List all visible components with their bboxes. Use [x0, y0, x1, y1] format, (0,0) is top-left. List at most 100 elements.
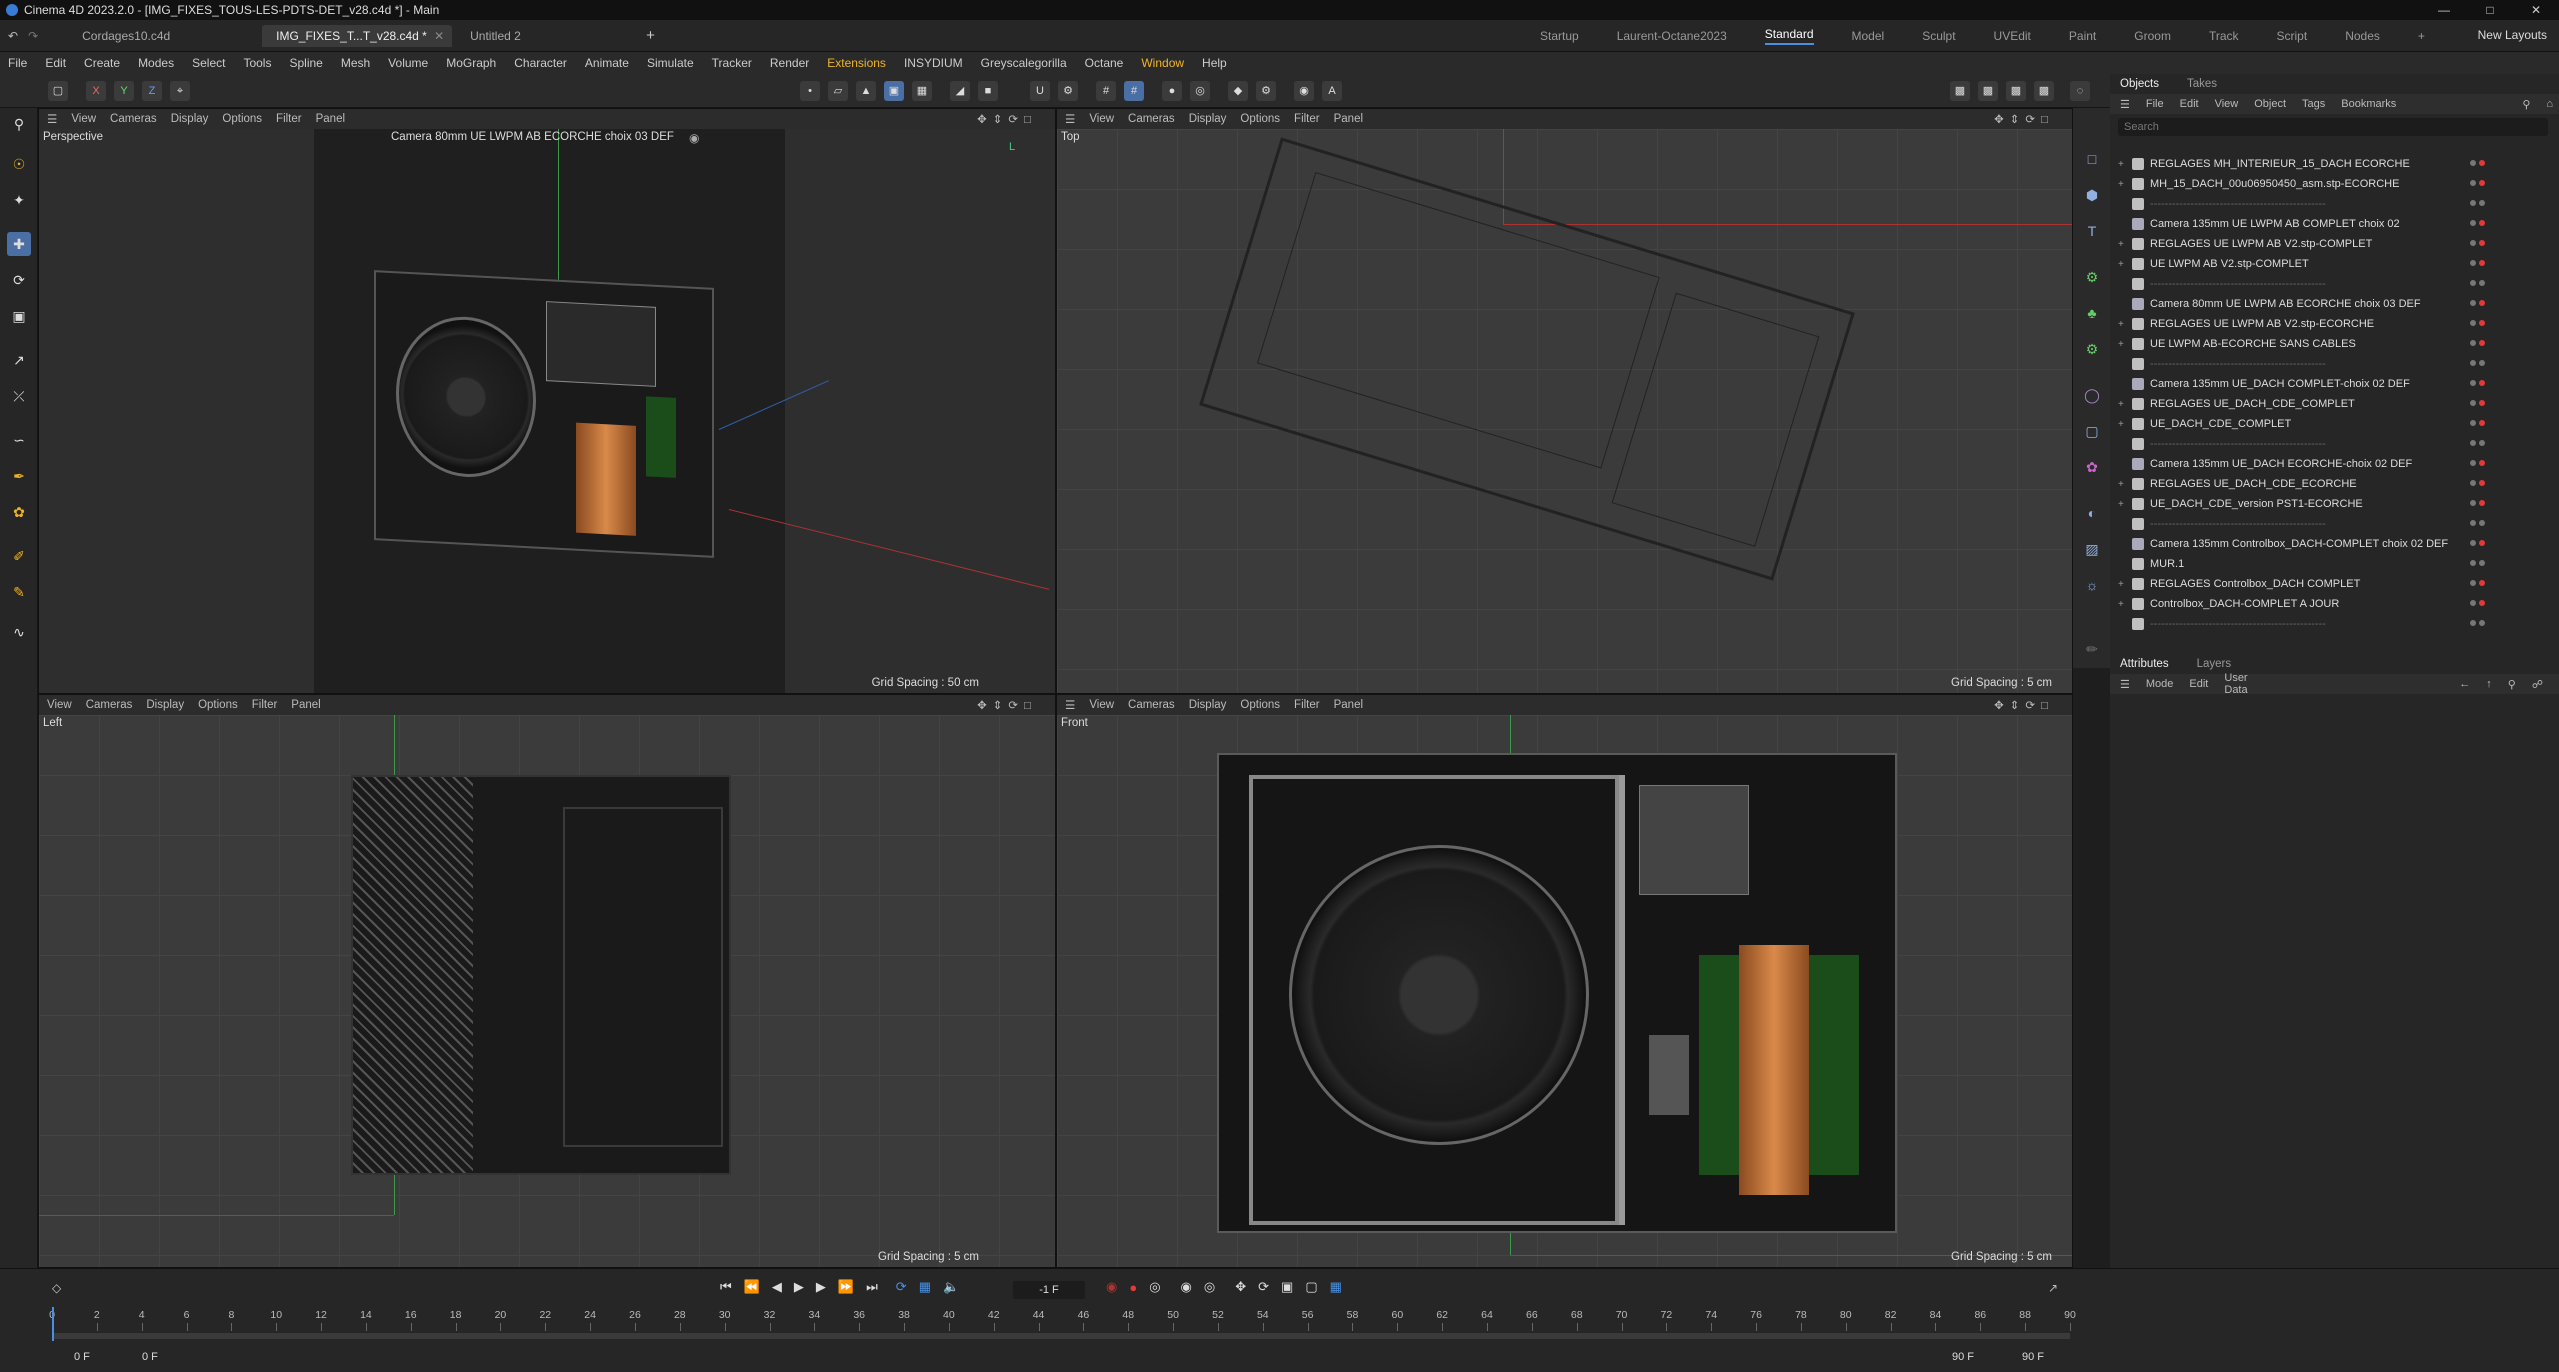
- editor-visibility-dot[interactable]: [2470, 240, 2476, 246]
- lock-icon[interactable]: ☍: [2532, 678, 2543, 691]
- viewport-top[interactable]: ☰ View Cameras Display Options Filter Pa…: [1056, 108, 2073, 694]
- menu-extensions[interactable]: Extensions: [827, 56, 886, 70]
- menu-insydium[interactable]: INSYDIUM: [904, 56, 963, 70]
- loop-icon[interactable]: ⟳: [896, 1279, 907, 1295]
- close-icon[interactable]: ✕: [2513, 0, 2559, 20]
- coordinate-system-icon[interactable]: ⌖: [170, 81, 190, 101]
- object-row[interactable]: ----------------------------------------…: [2110, 274, 2559, 294]
- attr-menu-user-data[interactable]: User Data: [2224, 672, 2273, 696]
- render-visibility-dot[interactable]: [2479, 380, 2485, 386]
- vp-menu-view[interactable]: View: [1089, 113, 1114, 125]
- layout-model[interactable]: Model: [1852, 29, 1885, 43]
- visibility-dots[interactable]: [2470, 340, 2488, 346]
- menu-file[interactable]: File: [8, 56, 27, 70]
- visibility-dots[interactable]: [2470, 280, 2488, 286]
- viewport-nav-icons[interactable]: ✥⇕⟳□: [977, 698, 1037, 712]
- vp-menu-cameras[interactable]: Cameras: [1128, 113, 1175, 125]
- render-view-icon[interactable]: ◎: [1190, 81, 1210, 101]
- object-row[interactable]: MUR.1: [2110, 554, 2559, 574]
- field-icon[interactable]: ◯: [2081, 384, 2103, 406]
- workplane-icon[interactable]: ◢: [950, 81, 970, 101]
- visibility-dots[interactable]: [2470, 380, 2488, 386]
- range-icon[interactable]: ▦: [919, 1279, 931, 1295]
- visibility-dots[interactable]: [2470, 400, 2488, 406]
- vp-menu-panel[interactable]: Panel: [1334, 699, 1363, 711]
- axis-y-toggle[interactable]: Y: [114, 81, 134, 101]
- move-tool-icon[interactable]: ✚: [7, 232, 31, 256]
- editor-visibility-dot[interactable]: [2470, 360, 2476, 366]
- objects-menu-object[interactable]: Object: [2254, 98, 2286, 110]
- generator-icon[interactable]: ⚙: [2081, 266, 2103, 288]
- editor-visibility-dot[interactable]: [2470, 600, 2476, 606]
- editor-visibility-dot[interactable]: [2470, 620, 2476, 626]
- text-icon[interactable]: T: [2081, 220, 2103, 242]
- knife-tool-icon[interactable]: ✎: [7, 580, 31, 604]
- vp-menu-cameras[interactable]: Cameras: [1128, 699, 1175, 711]
- new-layouts-button[interactable]: New Layouts: [2478, 28, 2547, 42]
- key-rot-icon[interactable]: ◎: [1204, 1279, 1215, 1295]
- camera-icon[interactable]: ▨: [2081, 538, 2103, 560]
- object-row[interactable]: + Controlbox_DACH-COMPLET A JOUR: [2110, 594, 2559, 614]
- object-row[interactable]: ----------------------------------------…: [2110, 514, 2559, 534]
- editor-visibility-dot[interactable]: [2470, 500, 2476, 506]
- next-frame-icon[interactable]: ▶: [816, 1279, 826, 1295]
- bend-tool-icon[interactable]: ∿: [7, 620, 31, 644]
- editor-visibility-dot[interactable]: [2470, 200, 2476, 206]
- tab-attributes[interactable]: Attributes: [2120, 658, 2169, 670]
- layout-laurent-octane[interactable]: Laurent-Octane2023: [1617, 29, 1727, 43]
- expand-icon[interactable]: +: [2118, 479, 2132, 490]
- object-row[interactable]: Camera 135mm UE LWPM AB COMPLET choix 02: [2110, 214, 2559, 234]
- attr-menu-edit[interactable]: Edit: [2189, 678, 2208, 690]
- visibility-dots[interactable]: [2470, 160, 2488, 166]
- editor-visibility-dot[interactable]: [2470, 300, 2476, 306]
- transfer-tool-icon[interactable]: ↗: [7, 348, 31, 372]
- visibility-dots[interactable]: [2470, 480, 2488, 486]
- panel-menu-toggle-icon[interactable]: ☰: [2120, 98, 2130, 111]
- prev-key-icon[interactable]: ⏪: [744, 1279, 760, 1295]
- expand-icon[interactable]: +: [2118, 259, 2132, 270]
- render-region-icon[interactable]: ●: [1162, 81, 1182, 101]
- object-row[interactable]: ----------------------------------------…: [2110, 614, 2559, 634]
- up-arrow-icon[interactable]: ↑: [2486, 678, 2492, 690]
- playhead[interactable]: [52, 1307, 54, 1341]
- snap-icon[interactable]: #: [1124, 81, 1144, 101]
- editor-visibility-dot[interactable]: [2470, 480, 2476, 486]
- octane-live-icon[interactable]: ◉: [1294, 81, 1314, 101]
- vp-menu-display[interactable]: Display: [171, 113, 209, 125]
- object-row[interactable]: ----------------------------------------…: [2110, 354, 2559, 374]
- editor-visibility-dot[interactable]: [2470, 340, 2476, 346]
- editor-visibility-dot[interactable]: [2470, 400, 2476, 406]
- expand-icon[interactable]: +: [2118, 159, 2132, 170]
- keyframe-selection-icon[interactable]: ◎: [1149, 1279, 1160, 1295]
- end-frame-left[interactable]: 90 F: [1952, 1351, 1974, 1363]
- sound-icon[interactable]: 🔈: [943, 1279, 959, 1295]
- maximize-icon[interactable]: □: [2467, 0, 2513, 20]
- objects-menu-view[interactable]: View: [2215, 98, 2239, 110]
- spline-icon[interactable]: ▢: [2081, 420, 2103, 442]
- menu-help[interactable]: Help: [1202, 56, 1227, 70]
- axis-x-toggle[interactable]: X: [86, 81, 106, 101]
- vp-menu-options[interactable]: Options: [1240, 113, 1280, 125]
- editor-visibility-dot[interactable]: [2470, 520, 2476, 526]
- render-visibility-dot[interactable]: [2479, 220, 2485, 226]
- start-frame-right[interactable]: 0 F: [142, 1351, 158, 1363]
- clapper-edit-icon[interactable]: ▩: [2006, 81, 2026, 101]
- viewport-nav-icons[interactable]: ✥⇕⟳□: [1994, 698, 2054, 712]
- vp-menu-view[interactable]: View: [47, 699, 72, 711]
- vp-menu-filter[interactable]: Filter: [276, 113, 302, 125]
- key-scale-icon[interactable]: ▣: [1281, 1279, 1293, 1295]
- play-icon[interactable]: ▶: [794, 1279, 804, 1295]
- back-arrow-icon[interactable]: ←: [2459, 678, 2470, 690]
- cube-icon[interactable]: □: [2081, 148, 2103, 170]
- vp-menu-display[interactable]: Display: [1189, 113, 1227, 125]
- visibility-dots[interactable]: [2470, 560, 2488, 566]
- search-icon[interactable]: ⚲: [2522, 98, 2530, 111]
- light-icon[interactable]: ☼: [2081, 574, 2103, 596]
- object-row[interactable]: ----------------------------------------…: [2110, 434, 2559, 454]
- expand-icon[interactable]: +: [2118, 579, 2132, 590]
- points-mode-icon[interactable]: •: [800, 81, 820, 101]
- clapper-settings-icon[interactable]: ▩: [1978, 81, 1998, 101]
- object-row[interactable]: ----------------------------------------…: [2110, 194, 2559, 214]
- edges-mode-icon[interactable]: ▱: [828, 81, 848, 101]
- object-row[interactable]: Camera 135mm Controlbox_DACH-COMPLET cho…: [2110, 534, 2559, 554]
